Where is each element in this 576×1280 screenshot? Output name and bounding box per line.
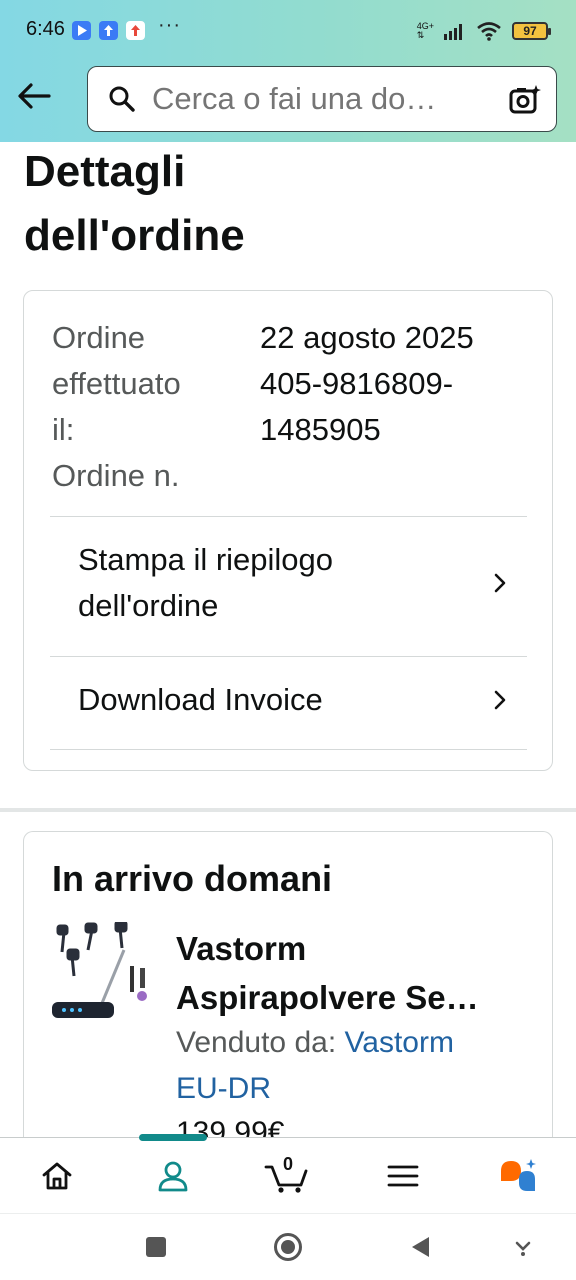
assistant-system-button[interactable] [508,1232,538,1262]
search-input[interactable] [152,81,492,117]
wifi-icon [477,22,501,41]
chevron-right-icon [494,690,506,710]
arrow-left-icon [18,83,51,109]
update-icon [126,21,145,40]
order-number-label: Ordine n. [52,458,180,493]
print-order-summary-link[interactable]: Stampa il riepilogo dell'ordine [50,537,527,629]
upload-icon [99,21,118,40]
divider [50,656,527,657]
network-type: 4G+ ⇅ [416,21,434,40]
triangle-back-icon [412,1237,429,1257]
order-placed-label: Ordine [52,320,146,355]
product-title-link[interactable]: Vastorm Aspirapolvere Se… [176,924,526,1022]
circle-icon [274,1233,302,1261]
seller-link[interactable]: Vastorm [345,1026,454,1059]
search-bar[interactable] [87,66,557,132]
status-icons: 4G+ ⇅ 97 [416,19,551,43]
divider [50,749,527,750]
system-nav-bar [0,1213,576,1280]
chevron-down-icon [515,1241,531,1256]
order-labels: Ordine effettuato il: Ordine n. [52,315,232,499]
order-date: 22 agosto 2025 [260,320,474,355]
delivery-status: In arrivo domani [52,858,333,899]
section-separator [0,808,576,812]
more-notifications: ··· [158,14,181,36]
cart-count: 0 [283,1154,294,1174]
search-icon [109,86,135,112]
nav-home[interactable] [22,1138,92,1214]
sold-by: Venduto da: Vastorm EU-DR [176,1026,454,1105]
download-invoice-link[interactable]: Download Invoice [50,677,527,723]
order-values: 22 agosto 2025 405-9816809- 1485905 [260,315,540,453]
battery-icon: 97 [512,22,551,40]
signal-icon [444,24,462,40]
divider [50,516,527,517]
square-icon [146,1237,166,1257]
camera-search-icon[interactable] [508,83,542,117]
shipment-card: In arrivo domani Vastorm Aspirapolvere S… [23,831,553,1161]
app-header: 6:46 ··· 4G+ ⇅ 97 [0,0,576,142]
nav-cart[interactable]: 0 [252,1138,322,1214]
page-title: Dettagli dell'ordine [24,147,245,260]
nav-account[interactable] [138,1138,208,1214]
status-time: 6:46 [26,18,65,40]
nav-menu[interactable] [368,1138,438,1214]
nav-rufus[interactable] [484,1138,554,1214]
back-system-button[interactable] [405,1232,435,1262]
back-button[interactable] [14,74,54,118]
chevron-right-icon [494,573,506,593]
home-icon [42,1162,72,1190]
home-system-button[interactable] [273,1232,303,1262]
menu-icon [387,1165,419,1187]
status-bar: 6:46 ··· 4G+ ⇅ 97 [0,0,576,62]
order-info-card: Ordine effettuato il: Ordine n. 22 agost… [23,290,553,771]
bottom-nav: 0 [0,1134,576,1214]
recents-button[interactable] [141,1232,171,1262]
order-number: 405-9816809- [260,366,454,401]
seller-link-line2[interactable]: EU-DR [176,1072,271,1105]
user-icon [158,1161,188,1192]
product-image[interactable] [50,922,156,1032]
play-store-icon [72,21,91,40]
rufus-assistant-icon [501,1159,536,1191]
